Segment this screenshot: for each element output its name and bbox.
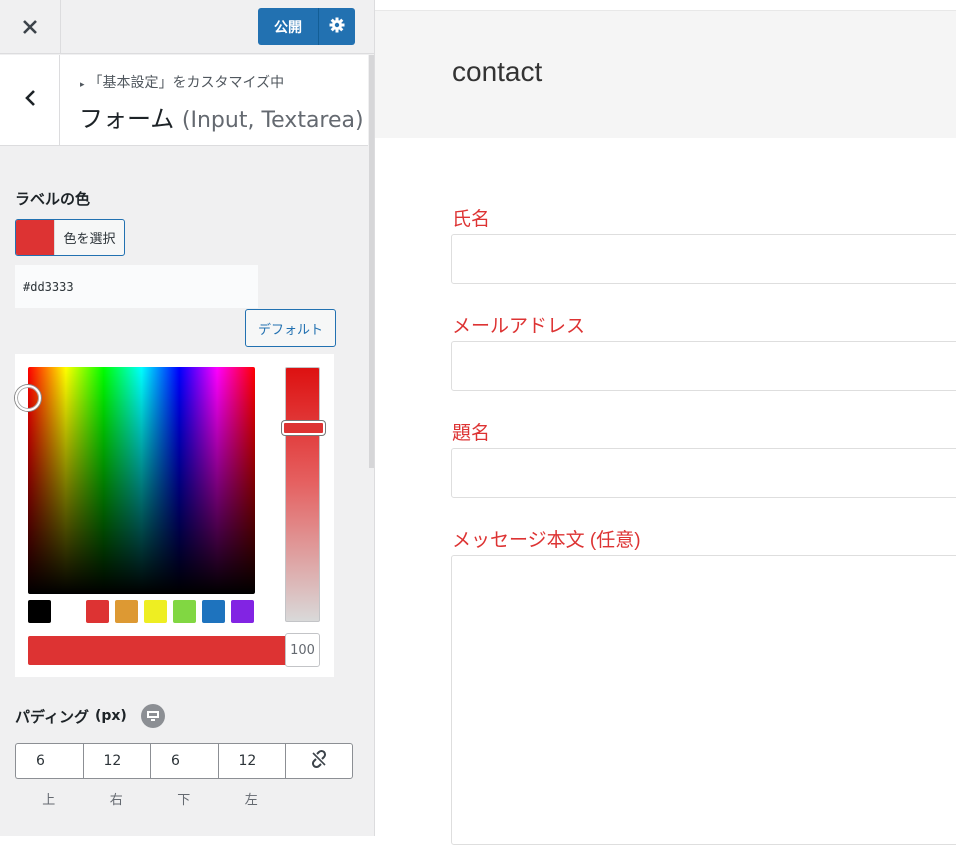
palette-swatch-orange[interactable] bbox=[115, 600, 138, 623]
saturation-square[interactable] bbox=[15, 367, 255, 594]
back-button[interactable] bbox=[0, 55, 60, 145]
alpha-slider[interactable] bbox=[28, 636, 290, 665]
default-button[interactable]: デフォルト bbox=[245, 309, 336, 347]
name-field[interactable] bbox=[451, 234, 956, 284]
select-color-label: 色を選択 bbox=[54, 220, 124, 255]
page-title: contact bbox=[452, 56, 543, 87]
field-label-email: メールアドレス bbox=[452, 316, 586, 337]
palette-swatch-black[interactable] bbox=[28, 600, 51, 623]
site-preview: contact 氏名 メールアドレス 題名 メッセージ本文 (任意) bbox=[375, 0, 956, 845]
select-color-button[interactable]: 色を選択 bbox=[15, 219, 125, 256]
section-title: フォーム (Input, Textarea) bbox=[79, 105, 364, 133]
caret-right-icon: ▸ bbox=[80, 80, 85, 90]
padding-right-label: 右 bbox=[109, 793, 123, 808]
palette-swatch-yellow[interactable] bbox=[144, 600, 167, 623]
field-label-name: 氏名 bbox=[452, 209, 491, 230]
padding-bottom-label: 下 bbox=[177, 793, 191, 808]
publish-settings-button[interactable] bbox=[318, 8, 355, 45]
email-field[interactable] bbox=[451, 341, 956, 391]
padding-title: パディング (px) bbox=[15, 704, 165, 728]
breadcrumb: ▸ 「基本設定」をカスタマイズ中 bbox=[80, 75, 285, 91]
padding-top-input[interactable]: 6 bbox=[15, 743, 83, 779]
chevron-left-icon bbox=[24, 89, 36, 111]
desktop-icon[interactable] bbox=[140, 704, 165, 728]
section-header: ▸ 「基本設定」をカスタマイズ中 フォーム (Input, Textarea) bbox=[0, 55, 368, 146]
padding-top-label: 上 bbox=[42, 793, 56, 808]
saturation-handle[interactable] bbox=[15, 385, 41, 411]
field-label-message: メッセージ本文 (任意) bbox=[452, 530, 641, 551]
hex-color-input[interactable]: #dd3333 bbox=[15, 265, 258, 308]
customizer-panel: 公開 ▸ 「基本設定」をカスタマイズ中 フォーム (Input, Textare… bbox=[0, 0, 375, 836]
color-picker: 100 bbox=[15, 354, 334, 677]
current-color-swatch bbox=[16, 220, 54, 255]
hue-slider-handle[interactable] bbox=[282, 421, 325, 435]
alpha-value-input[interactable]: 100 bbox=[285, 633, 320, 667]
color-palette bbox=[28, 600, 254, 623]
gear-icon bbox=[329, 17, 345, 37]
unlink-icon bbox=[309, 749, 329, 773]
field-label-subject: 題名 bbox=[452, 423, 491, 444]
label-color-title: ラベルの色 bbox=[15, 190, 91, 208]
page-header: contact bbox=[375, 10, 956, 138]
padding-labels: 上 右 下 左 bbox=[15, 789, 285, 808]
palette-swatch-green[interactable] bbox=[173, 600, 196, 623]
subject-field[interactable] bbox=[451, 448, 956, 498]
message-textarea[interactable] bbox=[451, 555, 956, 845]
customizer-header: 公開 bbox=[0, 0, 374, 54]
scrollbar-thumb[interactable] bbox=[369, 55, 374, 468]
palette-swatch-blue[interactable] bbox=[202, 600, 225, 623]
unlink-values-button[interactable] bbox=[285, 743, 353, 779]
padding-bottom-input[interactable]: 6 bbox=[150, 743, 218, 779]
close-button[interactable] bbox=[0, 0, 61, 54]
palette-swatch-white[interactable] bbox=[57, 600, 80, 623]
palette-swatch-purple[interactable] bbox=[231, 600, 254, 623]
hue-slider[interactable] bbox=[282, 367, 325, 622]
padding-inputs: 6 12 6 12 bbox=[15, 743, 353, 779]
publish-group: 公開 bbox=[258, 8, 355, 45]
close-icon bbox=[22, 13, 38, 41]
publish-button[interactable]: 公開 bbox=[258, 8, 318, 45]
padding-left-label: 左 bbox=[244, 793, 258, 808]
padding-right-input[interactable]: 12 bbox=[82, 743, 150, 779]
padding-left-input[interactable]: 12 bbox=[217, 743, 285, 779]
palette-swatch-red[interactable] bbox=[86, 600, 109, 623]
